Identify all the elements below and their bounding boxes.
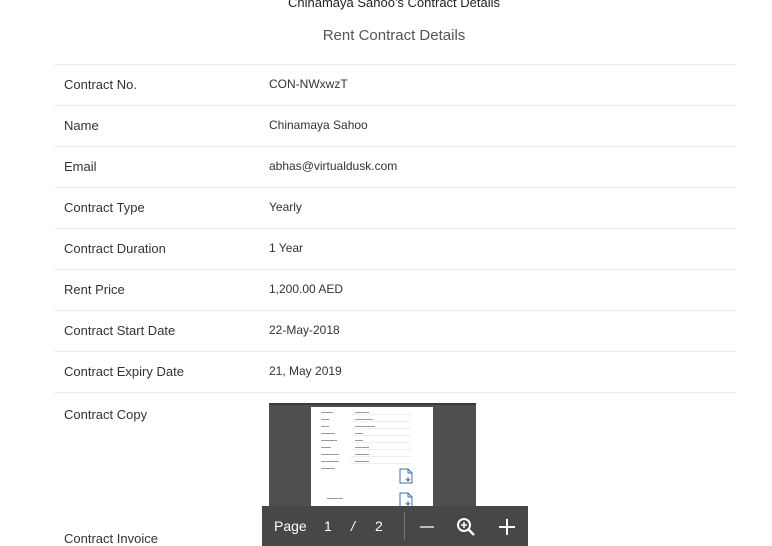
- row-value: Yearly: [269, 200, 302, 214]
- plus-icon-vertical[interactable]: [506, 519, 508, 535]
- table-row: Name Chinamaya Sahoo: [54, 106, 736, 147]
- row-value: CON-NWxwzT: [269, 77, 348, 91]
- row-label: Email: [64, 159, 97, 174]
- row-label: Rent Price: [64, 282, 125, 297]
- row-label: Contract Type: [64, 200, 145, 215]
- table-row: Email abhas@virtualdusk.com: [54, 147, 736, 188]
- contract-copy-label: Contract Copy: [64, 407, 148, 422]
- row-value: abhas@virtualdusk.com: [269, 159, 398, 173]
- minus-icon[interactable]: [420, 526, 434, 528]
- page-title: Chinamaya Sahoo's Contract Details: [287, 0, 501, 10]
- row-value: 1 Year: [269, 241, 304, 255]
- table-row: Contract Start Date 22-May-2018: [54, 311, 736, 352]
- pdf-page-thumbnail: [311, 407, 433, 510]
- row-label: Contract Start Date: [64, 323, 176, 338]
- contract-details-table: Contract No. CON-NWxwzT Name Chinamaya S…: [54, 64, 736, 393]
- row-label: Name: [64, 118, 99, 133]
- current-page-number[interactable]: 1: [324, 518, 332, 534]
- row-value: 1,200.00 AED: [269, 282, 344, 296]
- pdf-viewer[interactable]: [269, 403, 476, 510]
- row-value: 21, May 2019: [269, 364, 342, 378]
- pdf-text-lines: [321, 412, 375, 499]
- table-row: Contract No. CON-NWxwzT: [54, 65, 736, 106]
- table-row: Contract Duration 1 Year: [54, 229, 736, 270]
- document-icon: [399, 468, 413, 484]
- toolbar-divider: [404, 512, 405, 540]
- row-value: 22-May-2018: [269, 323, 340, 337]
- section-title: Rent Contract Details: [322, 27, 466, 44]
- row-label: Contract Expiry Date: [64, 364, 184, 379]
- total-pages: 2: [375, 518, 383, 534]
- contract-invoice-label: Contract Invoice: [64, 531, 158, 546]
- row-label: Contract No.: [64, 77, 137, 92]
- table-row: Contract Type Yearly: [54, 188, 736, 229]
- zoom-in-icon[interactable]: [456, 517, 476, 537]
- table-row: Contract Expiry Date 21, May 2019: [54, 352, 736, 393]
- page-separator: /: [351, 518, 355, 534]
- pdf-toolbar: Page 1 / 2: [262, 506, 528, 546]
- row-label: Contract Duration: [64, 241, 166, 256]
- table-row: Rent Price 1,200.00 AED: [54, 270, 736, 311]
- row-value: Chinamaya Sahoo: [269, 118, 368, 132]
- page-label: Page: [274, 518, 307, 534]
